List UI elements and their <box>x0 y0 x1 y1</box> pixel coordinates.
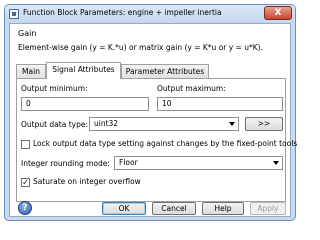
title-bar[interactable]: Function Block Parameters: engine + impe… <box>5 5 295 23</box>
tab-main[interactable]: Main <box>16 64 46 78</box>
output-minimum-label: Output minimum: <box>21 84 88 93</box>
window-title: Function Block Parameters: engine + impe… <box>23 8 222 17</box>
chevron-down-icon <box>229 122 235 126</box>
group-label: Gain <box>18 29 37 38</box>
ok-button[interactable]: OK <box>102 202 146 215</box>
dialog-body: Gain Element-wise gain (y = K.*u) or mat… <box>9 23 297 217</box>
output-maximum-field[interactable]: 10 <box>157 97 283 111</box>
block-icon <box>9 9 19 19</box>
tab-signal-attributes[interactable]: Signal Attributes <box>46 62 121 79</box>
lock-output-data-type-label: Lock output data type setting against ch… <box>33 139 298 148</box>
rounding-mode-select[interactable]: Floor <box>114 156 283 170</box>
cancel-button[interactable]: Cancel <box>152 202 196 215</box>
saturate-overflow-label: Saturate on integer overflow <box>33 177 141 186</box>
data-type-assistant-button[interactable]: >> <box>245 117 283 131</box>
saturate-overflow-checkbox[interactable]: ✓ <box>21 178 30 187</box>
output-data-type-label: Output data type: <box>21 120 88 129</box>
output-maximum-label: Output maximum: <box>157 84 226 93</box>
lock-output-data-type-checkbox[interactable] <box>21 140 30 149</box>
block-description: Element-wise gain (y = K.*u) or matrix g… <box>18 43 263 52</box>
dialog-window: Function Block Parameters: engine + impe… <box>4 4 297 221</box>
chevron-down-icon <box>273 161 279 165</box>
tab-parameter-attributes[interactable]: Parameter Attributes <box>121 64 209 78</box>
help-button[interactable]: Help <box>202 202 244 215</box>
close-button[interactable]: X <box>264 6 292 20</box>
output-minimum-field[interactable]: 0 <box>21 97 149 111</box>
signal-attributes-panel: Output minimum: 0 Output maximum: 10 Out… <box>16 78 297 202</box>
output-data-type-select[interactable]: uint32 <box>89 117 239 131</box>
rounding-mode-label: Integer rounding mode: <box>21 159 110 168</box>
apply-button[interactable]: Apply <box>250 202 286 215</box>
output-data-type-value: uint32 <box>94 119 119 128</box>
rounding-mode-value: Floor <box>119 158 138 167</box>
help-icon[interactable]: ? <box>18 201 32 215</box>
